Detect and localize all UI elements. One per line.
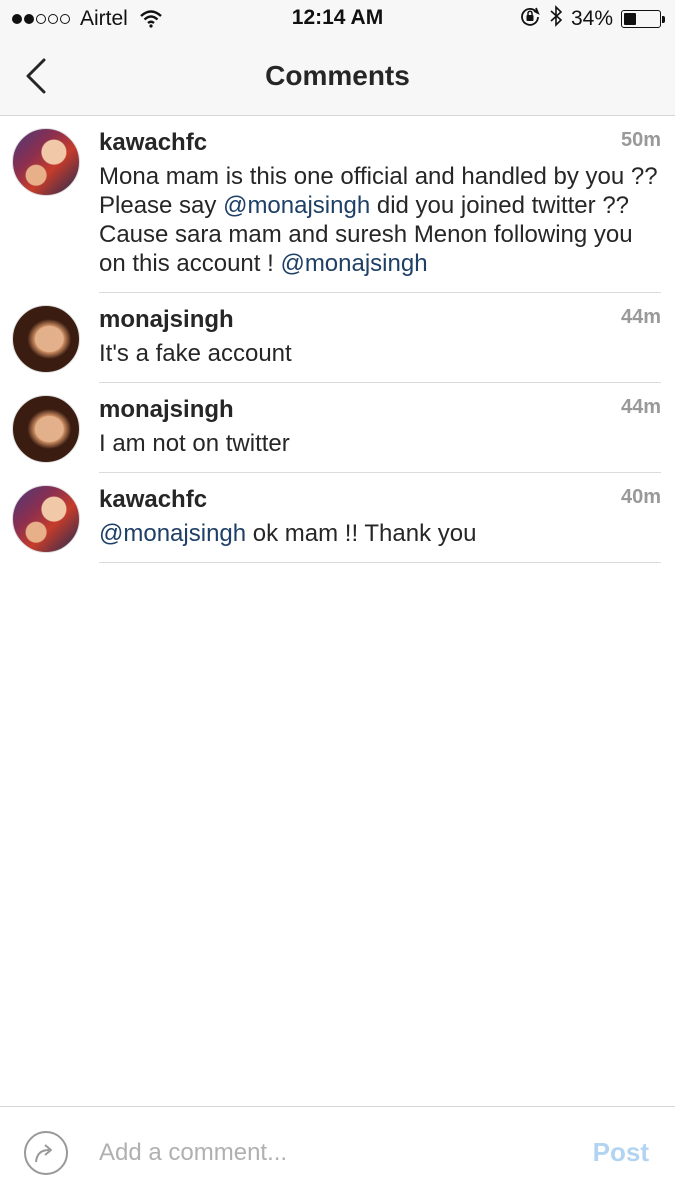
comment-body: kawachfc Mona mam is this one official an… <box>99 116 661 293</box>
navigation-bar: Comments <box>0 38 675 116</box>
comments-list: 50m kawachfc Mona mam is this one official… <box>0 116 675 563</box>
avatar[interactable] <box>12 305 80 373</box>
avatar[interactable] <box>12 128 80 196</box>
comment-text-segment: ok mam !! Thank you <box>246 520 477 547</box>
bluetooth-icon <box>549 4 563 34</box>
comment-body: kawachfc @monajsingh ok mam !! Thank you <box>99 473 661 563</box>
mention-link[interactable]: @monajsingh <box>280 250 427 277</box>
post-button[interactable]: Post <box>593 1137 649 1168</box>
comment-body: monajsingh I am not on twitter <box>99 383 661 473</box>
comment-timestamp: 40m <box>620 486 661 508</box>
comment-timestamp: 44m <box>620 306 661 328</box>
comment-text-segment: I am not on twitter <box>99 430 290 457</box>
battery-percent: 34% <box>570 7 613 30</box>
comment-text-segment: It's a fake account <box>99 340 292 367</box>
page-title: Comments <box>265 60 410 91</box>
comment-body: monajsingh It's a fake account <box>99 293 661 383</box>
comment-text: I am not on twitter <box>99 425 661 472</box>
comment-text: It's a fake account <box>99 335 661 382</box>
comment-username[interactable]: monajsingh <box>99 305 661 335</box>
comment-text: @monajsingh ok mam !! Thank you <box>99 515 661 562</box>
status-bar: Airtel 12:14 AM 34% <box>0 0 675 38</box>
comment-username[interactable]: monajsingh <box>99 395 661 425</box>
battery-icon <box>621 10 665 28</box>
avatar[interactable] <box>12 395 80 463</box>
comment-row[interactable]: 40m kawachfc @monajsingh ok mam !! Thank y… <box>0 473 675 563</box>
battery-body <box>621 10 661 28</box>
comment-username[interactable]: kawachfc <box>99 128 661 158</box>
battery-tip <box>662 15 665 23</box>
comment-row[interactable]: 44m monajsingh It's a fake account <box>0 293 675 383</box>
comment-row[interactable]: 50m kawachfc Mona mam is this one official… <box>0 116 675 293</box>
share-icon[interactable] <box>24 1131 68 1175</box>
comment-timestamp: 50m <box>620 129 661 151</box>
comment-composer: Post <box>0 1106 675 1201</box>
battery-fill <box>624 13 636 25</box>
mention-link[interactable]: @monajsingh <box>223 192 370 219</box>
comment-timestamp: 44m <box>620 396 661 418</box>
comment-text: Mona mam is this one official and handle… <box>99 158 661 292</box>
rotation-lock-icon <box>519 5 541 33</box>
mention-link[interactable]: @monajsingh <box>99 520 246 547</box>
comment-row[interactable]: 44m monajsingh I am not on twitter <box>0 383 675 473</box>
comment-input[interactable] <box>99 1135 559 1171</box>
comment-username[interactable]: kawachfc <box>99 485 661 515</box>
avatar[interactable] <box>12 485 80 553</box>
status-bar-right: 34% <box>519 4 665 34</box>
